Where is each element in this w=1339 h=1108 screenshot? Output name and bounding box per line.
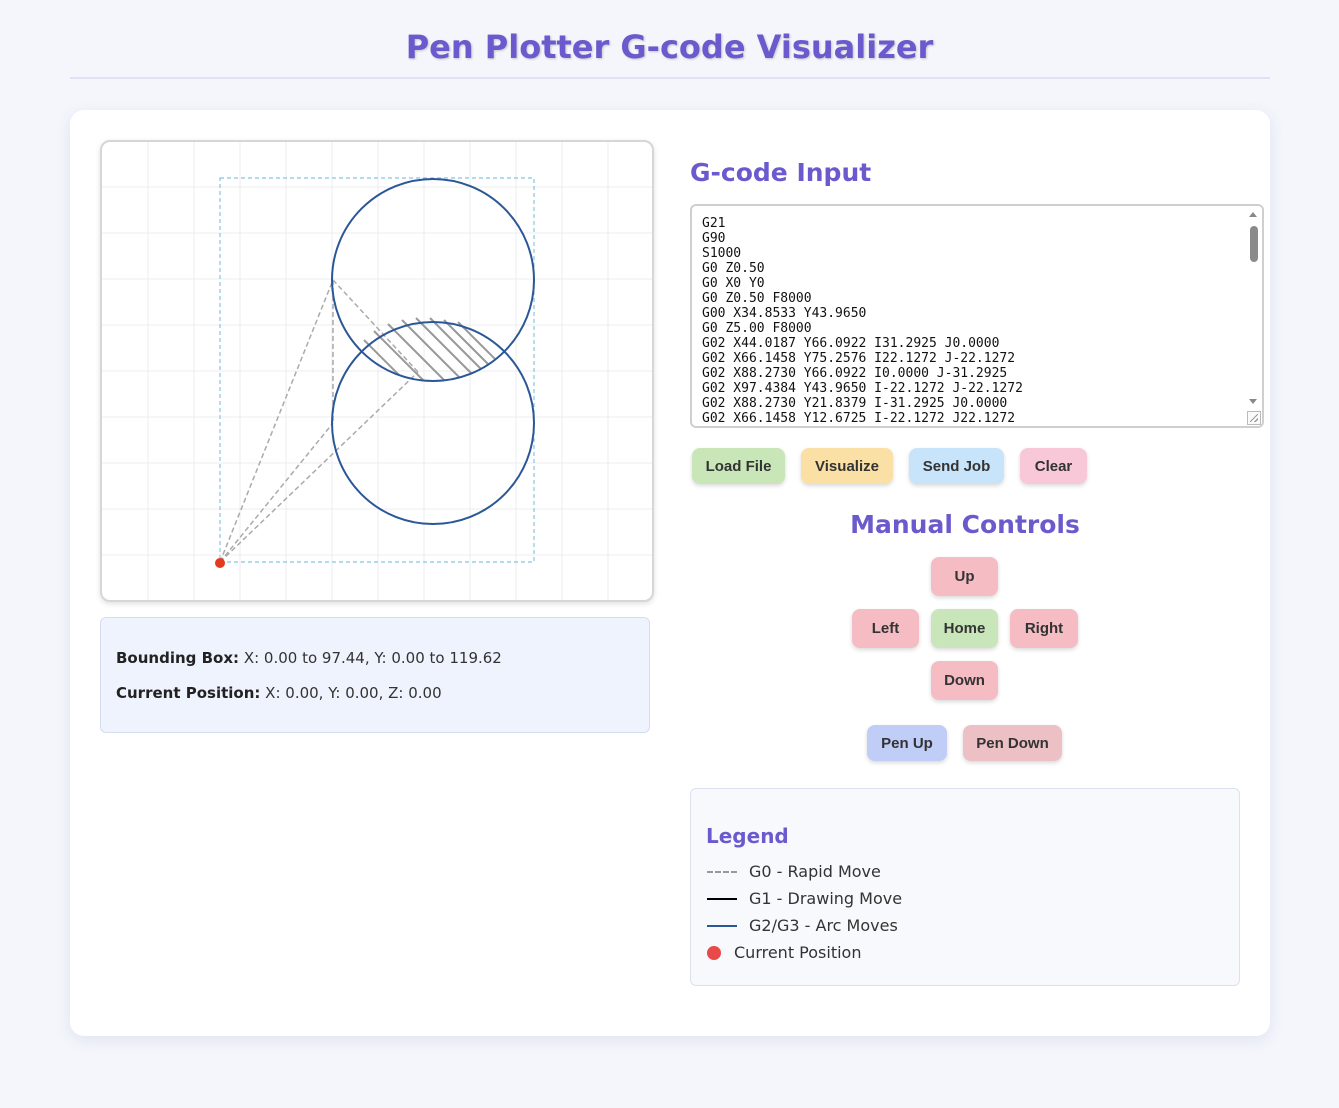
- pen-up-button[interactable]: Pen Up: [867, 725, 947, 761]
- hatch-fill: [363, 317, 517, 381]
- current-position-info: Current Position: X: 0.00, Y: 0.00, Z: 0…: [116, 684, 442, 702]
- legend-label: G0 - Rapid Move: [749, 862, 881, 881]
- send-job-button[interactable]: Send Job: [909, 448, 1004, 484]
- rapid-moves: [219, 279, 419, 563]
- manual-controls-title: Manual Controls: [850, 510, 1080, 539]
- bounding-box-label: Bounding Box:: [116, 649, 240, 667]
- scroll-up-arrow-icon[interactable]: [1249, 212, 1257, 217]
- title-divider: [70, 77, 1270, 79]
- gcode-textarea[interactable]: G21 G90 S1000 G0 Z0.50 G0 X0 Y0 G0 Z0.50…: [690, 204, 1264, 428]
- bounding-box-value: X: 0.00 to 97.44, Y: 0.00 to 119.62: [243, 649, 502, 667]
- plot-canvas[interactable]: [100, 140, 654, 602]
- legend-label: G1 - Drawing Move: [749, 889, 903, 908]
- resize-grip-icon[interactable]: [1247, 411, 1261, 425]
- legend-item-current-position: Current Position: [707, 943, 861, 962]
- gcode-input-title: G-code Input: [690, 158, 872, 187]
- current-position-value: X: 0.00, Y: 0.00, Z: 0.00: [265, 684, 442, 702]
- page-title: Pen Plotter G-code Visualizer: [405, 28, 934, 66]
- pen-down-button[interactable]: Pen Down: [963, 725, 1062, 761]
- jog-left-button[interactable]: Left: [852, 609, 919, 648]
- gcode-text[interactable]: G21 G90 S1000 G0 Z0.50 G0 X0 Y0 G0 Z0.50…: [702, 216, 1023, 426]
- info-panel: Bounding Box: X: 0.00 to 97.44, Y: 0.00 …: [100, 617, 650, 733]
- bounding-box-info: Bounding Box: X: 0.00 to 97.44, Y: 0.00 …: [116, 649, 502, 667]
- legend-panel: Legend G0 - Rapid Move G1 - Drawing Move…: [690, 788, 1240, 986]
- legend-label: Current Position: [734, 943, 862, 962]
- gcode-scrollbar[interactable]: [1246, 206, 1262, 426]
- solid-line-icon: [707, 897, 737, 900]
- load-file-button[interactable]: Load File: [692, 448, 785, 484]
- visualize-button[interactable]: Visualize: [801, 448, 893, 484]
- scroll-thumb[interactable]: [1250, 226, 1258, 262]
- jog-right-button[interactable]: Right: [1010, 609, 1078, 648]
- clear-button[interactable]: Clear: [1020, 448, 1087, 484]
- plot-svg: [102, 142, 652, 600]
- legend-title: Legend: [706, 824, 789, 848]
- home-button[interactable]: Home: [931, 609, 998, 648]
- legend-item-drawing: G1 - Drawing Move: [707, 889, 902, 908]
- legend-item-rapid: G0 - Rapid Move: [707, 862, 881, 881]
- legend-item-arc: G2/G3 - Arc Moves: [707, 916, 898, 935]
- jog-down-button[interactable]: Down: [931, 661, 998, 700]
- red-dot-icon: [707, 945, 721, 960]
- scroll-down-arrow-icon[interactable]: [1249, 399, 1257, 404]
- plot-grid: [102, 142, 652, 600]
- arc-line-icon: [707, 924, 737, 927]
- jog-up-button[interactable]: Up: [931, 557, 998, 596]
- current-position-marker: [215, 558, 225, 568]
- current-position-label: Current Position:: [116, 684, 261, 702]
- legend-label: G2/G3 - Arc Moves: [749, 916, 898, 935]
- dashed-line-icon: [707, 870, 737, 873]
